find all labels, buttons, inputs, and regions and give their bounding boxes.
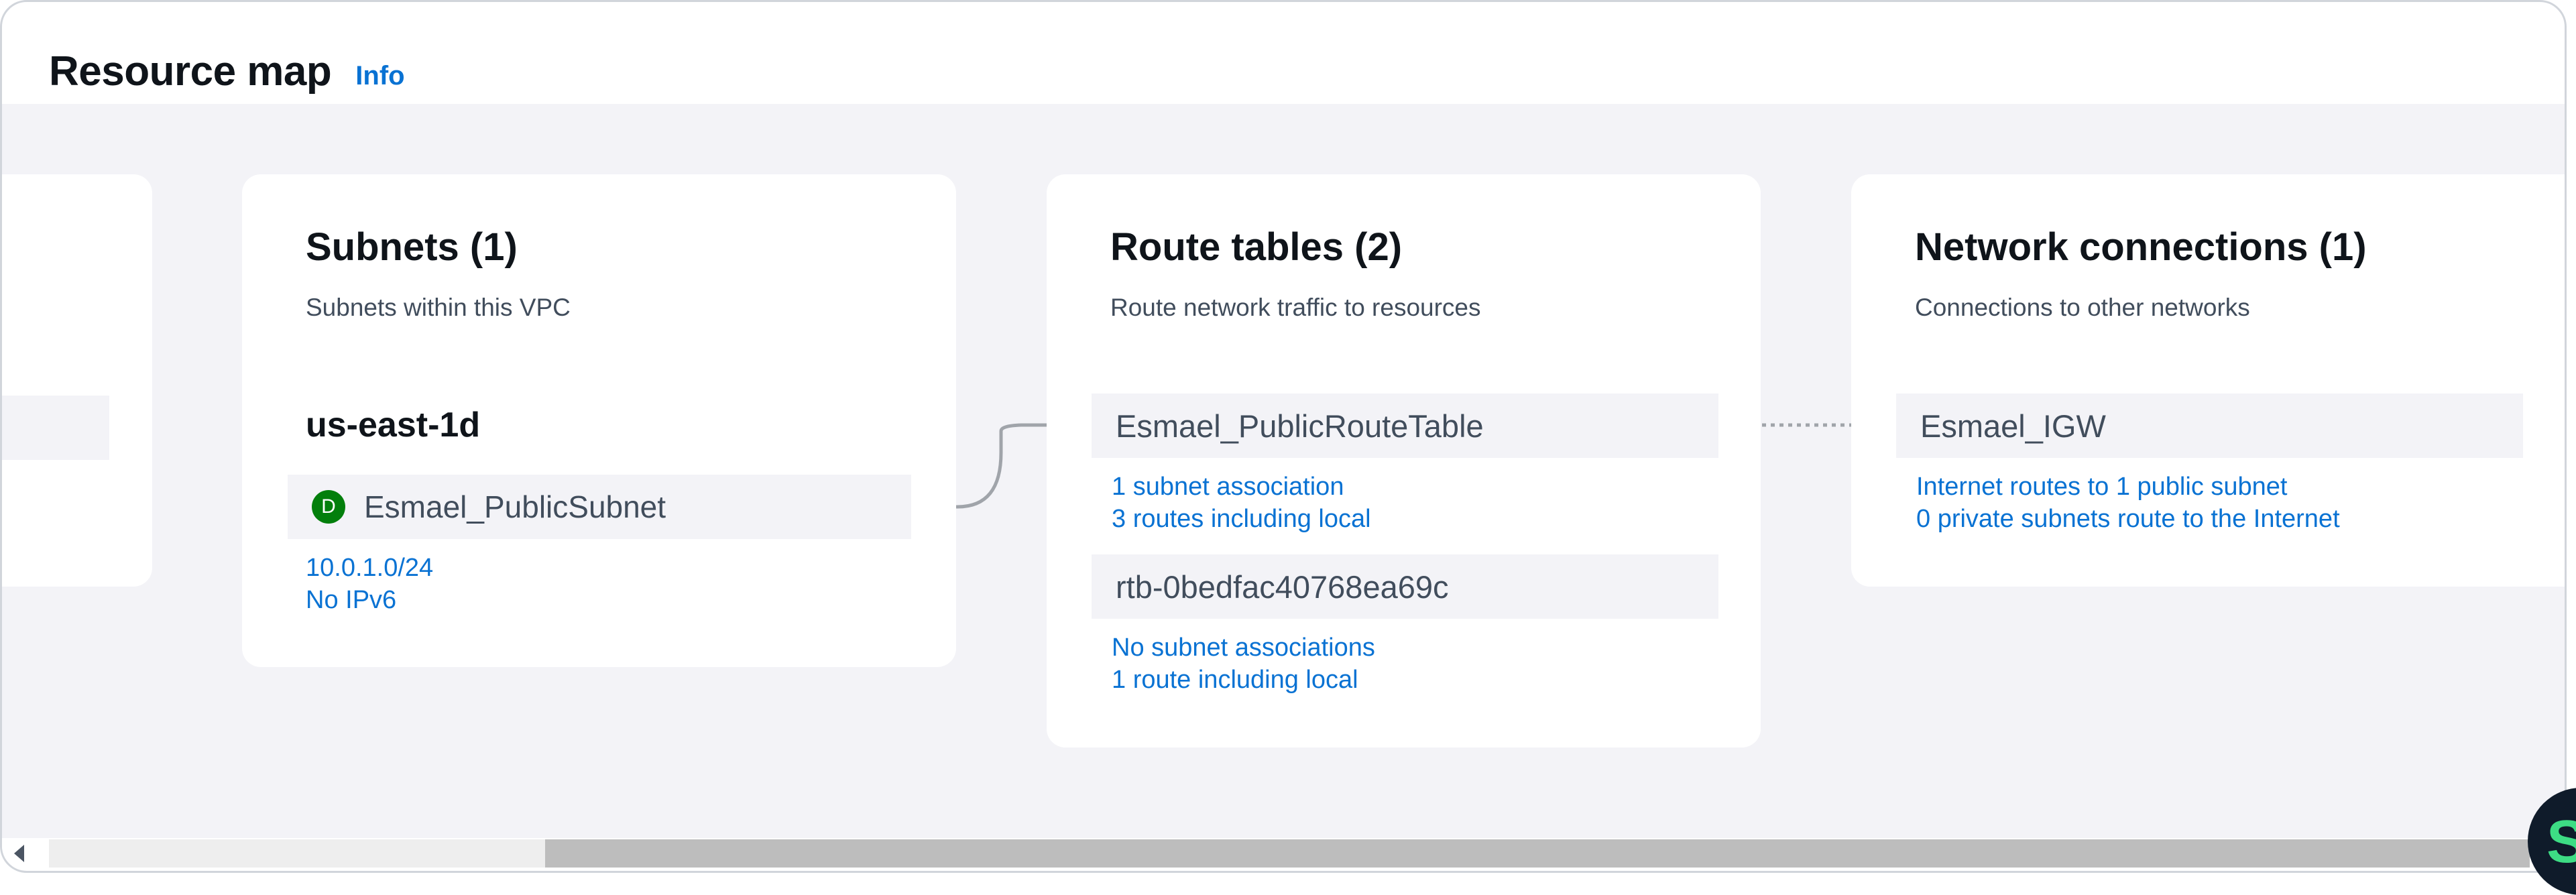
network-connections-card: Network connections (1) Connections to o… (1851, 174, 2565, 587)
subnet-cidr-link[interactable]: 10.0.1.0/24 (306, 554, 433, 583)
subnet-item[interactable]: D Esmael_PublicSubnet (288, 475, 911, 539)
availability-zone-label: us-east-1d (306, 406, 481, 444)
route-table-name: rtb-0bedfac40768ea69c (1116, 569, 1449, 605)
resource-map-header: Resource map Info (49, 41, 405, 101)
subnets-title: Subnets (1) (306, 225, 518, 269)
page-title: Resource map (49, 48, 332, 95)
internet-gateway-name: Esmael_IGW (1920, 408, 2106, 444)
subnets-card: Subnets (1) Subnets within this VPC us-e… (242, 174, 956, 667)
network-connections-title: Network connections (1) (1915, 225, 2367, 269)
vpc-pill-partial[interactable] (2, 396, 109, 460)
route-tables-description: Route network traffic to resources (1110, 294, 1481, 321)
route-tables-card: Route tables (2) Route network traffic t… (1047, 174, 1761, 748)
scrollbar-thumb[interactable] (545, 839, 2530, 868)
route-table-item[interactable]: rtb-0bedfac40768ea69c (1092, 554, 1718, 619)
availability-zone-badge-icon: D (312, 490, 345, 524)
info-link[interactable]: Info (355, 61, 404, 91)
subnet-ipv6-link[interactable]: No IPv6 (306, 586, 396, 615)
resource-map-panel: Resource map Info Subnets (1) Subnets wi… (0, 0, 2567, 873)
horizontal-scrollbar[interactable] (2, 838, 2565, 869)
internet-gateway-item[interactable]: Esmael_IGW (1896, 394, 2523, 458)
route-table-associations-link[interactable]: 1 subnet association (1112, 473, 1344, 501)
vpc-card-partial (2, 174, 152, 587)
route-tables-title: Route tables (2) (1110, 225, 1403, 269)
resource-map-canvas[interactable]: Subnets (1) Subnets within this VPC us-e… (2, 104, 2565, 838)
assistant-icon: S (2546, 809, 2576, 876)
route-table-name: Esmael_PublicRouteTable (1116, 408, 1484, 444)
igw-public-routes-link[interactable]: Internet routes to 1 public subnet (1916, 473, 2287, 501)
route-table-routes-link[interactable]: 1 route including local (1112, 666, 1358, 695)
igw-private-routes-link[interactable]: 0 private subnets route to the Internet (1916, 505, 2340, 534)
route-table-routes-link[interactable]: 3 routes including local (1112, 505, 1371, 534)
route-table-item[interactable]: Esmael_PublicRouteTable (1092, 394, 1718, 458)
network-connections-description: Connections to other networks (1915, 294, 2250, 321)
route-table-associations-link[interactable]: No subnet associations (1112, 634, 1375, 662)
scroll-left-arrow-icon[interactable] (14, 845, 24, 862)
subnet-name: Esmael_PublicSubnet (364, 489, 666, 524)
subnets-description: Subnets within this VPC (306, 294, 571, 321)
